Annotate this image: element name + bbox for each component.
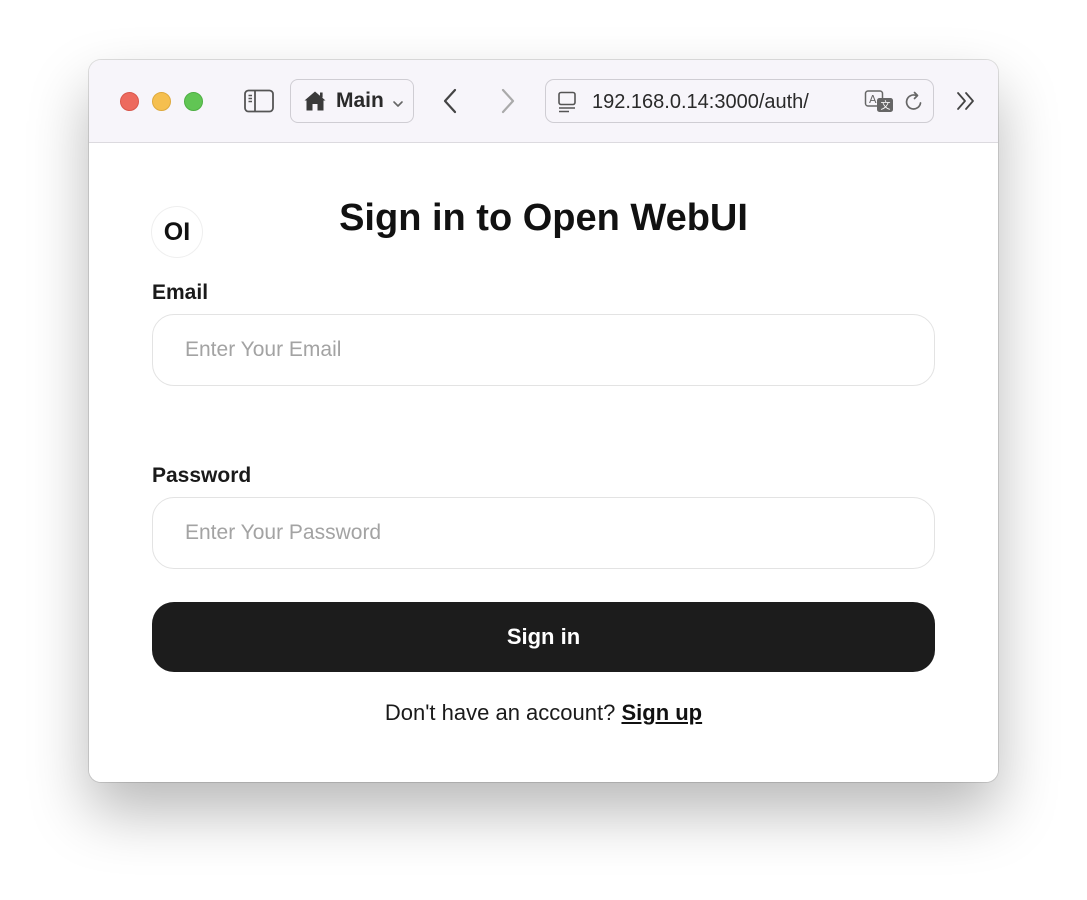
zoom-window-button[interactable] bbox=[184, 92, 203, 111]
page-settings-icon[interactable] bbox=[557, 91, 579, 113]
reload-icon[interactable] bbox=[903, 91, 925, 113]
url-text: 192.168.0.14:3000/auth/ bbox=[592, 91, 809, 113]
browser-window: Main 192.168.0.14:3000/auth/ A 文 OI Sign… bbox=[89, 60, 998, 782]
minimize-window-button[interactable] bbox=[152, 92, 171, 111]
svg-text:A: A bbox=[869, 93, 877, 106]
address-bar[interactable]: 192.168.0.14:3000/auth/ A 文 bbox=[545, 79, 934, 123]
email-field-container[interactable] bbox=[152, 314, 935, 386]
tab-group-picker[interactable]: Main bbox=[290, 79, 414, 123]
email-label: Email bbox=[152, 281, 209, 304]
password-field-container[interactable] bbox=[152, 497, 935, 569]
browser-toolbar: Main 192.168.0.14:3000/auth/ A 文 bbox=[89, 60, 998, 143]
sign-in-button[interactable]: Sign in bbox=[152, 602, 935, 672]
svg-text:文: 文 bbox=[881, 99, 891, 112]
password-label: Password bbox=[152, 464, 252, 487]
sidebar-toggle-icon[interactable] bbox=[244, 89, 274, 113]
email-field[interactable] bbox=[185, 315, 905, 384]
translate-icon[interactable]: A 文 bbox=[864, 89, 896, 115]
sign-up-link[interactable]: Sign up bbox=[621, 700, 702, 725]
tab-group-label: Main bbox=[336, 89, 384, 112]
password-field[interactable] bbox=[185, 498, 905, 567]
page-content: OI Sign in to Open WebUI Email Password … bbox=[89, 143, 998, 782]
close-window-button[interactable] bbox=[120, 92, 139, 111]
page-title: Sign in to Open WebUI bbox=[339, 197, 748, 239]
forward-arrow-icon[interactable] bbox=[497, 88, 517, 114]
more-chevrons-icon[interactable] bbox=[954, 89, 978, 113]
signup-prompt-text: Don't have an account? bbox=[384, 700, 616, 725]
signup-prompt: Don't have an account? Sign up bbox=[89, 699, 998, 727]
back-arrow-icon[interactable] bbox=[441, 88, 461, 114]
chevron-down-icon bbox=[392, 96, 404, 107]
home-icon bbox=[303, 89, 327, 113]
